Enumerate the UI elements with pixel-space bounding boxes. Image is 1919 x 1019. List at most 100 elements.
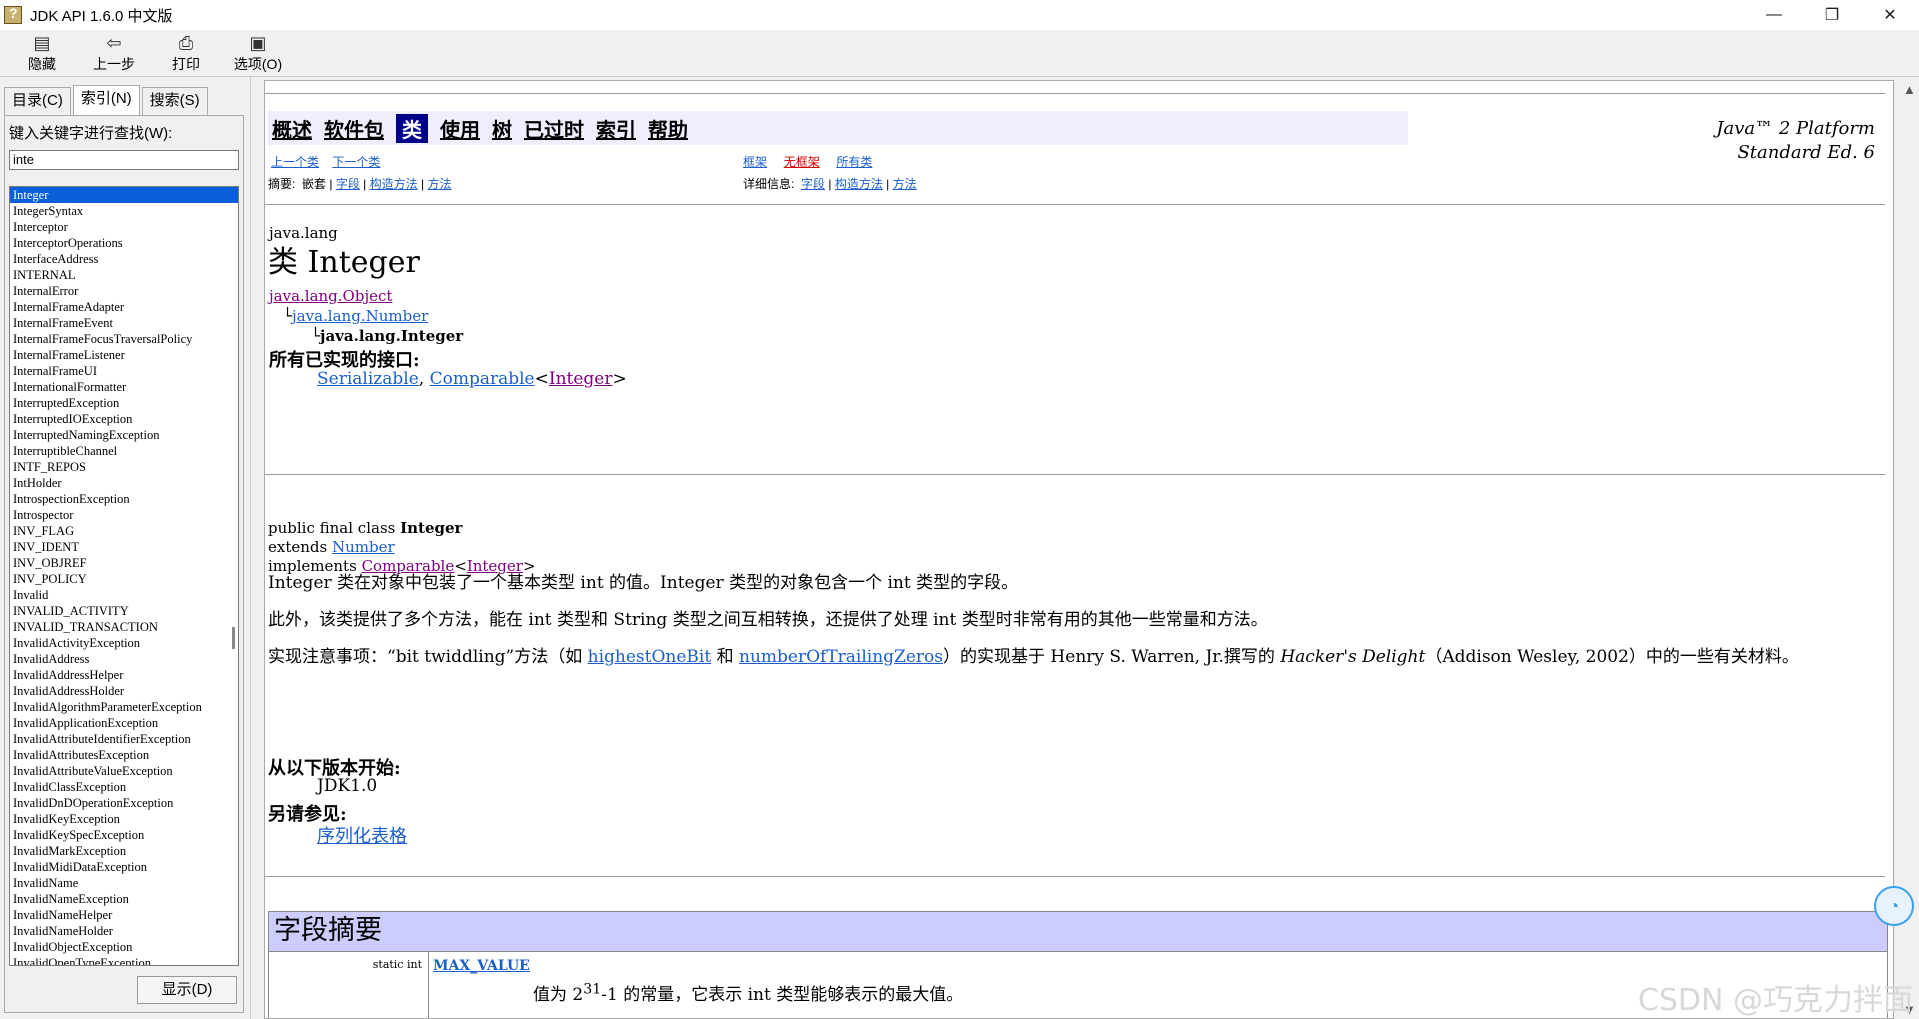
list-item[interactable]: InvalidKeyException (10, 811, 238, 827)
list-item[interactable]: InvalidDnDOperationException (10, 795, 238, 811)
highestonebit-link[interactable]: highestOneBit (588, 647, 712, 667)
tab-search[interactable]: 搜索(S) (141, 87, 208, 115)
list-item[interactable]: InternalFrameFocusTraversalPolicy (10, 331, 238, 347)
hier-number-link[interactable]: java.lang.Number (292, 307, 428, 325)
list-item[interactable]: InternalFrameAdapter (10, 299, 238, 315)
list-item[interactable]: InterruptedException (10, 395, 238, 411)
list-item[interactable]: INV_POLICY (10, 571, 238, 587)
list-item[interactable]: InternalFrameUI (10, 363, 238, 379)
list-item[interactable]: INV_FLAG (10, 523, 238, 539)
no-frames-link[interactable]: 无框架 (784, 155, 820, 169)
content-scrollbar[interactable]: ▲ ▼ (1900, 80, 1919, 1019)
list-item[interactable]: InvalidAddressHolder (10, 683, 238, 699)
print-button[interactable]: ⎙ 打印 (156, 30, 216, 74)
tab-index[interactable]: 索引(N) (72, 85, 140, 116)
detail-field-link[interactable]: 字段 (801, 177, 825, 191)
serialized-form-link[interactable]: 序列化表格 (317, 822, 407, 848)
iface-comparable-link[interactable]: Comparable (430, 369, 535, 389)
list-item[interactable]: InvalidActivityException (10, 635, 238, 651)
next-class-link[interactable]: 下一个类 (332, 155, 380, 169)
summary-method-link[interactable]: 方法 (427, 177, 451, 191)
iface-serializable-link[interactable]: Serializable (317, 369, 419, 389)
list-item[interactable]: INV_IDENT (10, 539, 238, 555)
frames-link[interactable]: 框架 (743, 155, 767, 169)
list-item[interactable]: InvalidAttributesException (10, 747, 238, 763)
list-item[interactable]: InvalidApplicationException (10, 715, 238, 731)
list-item[interactable]: InvalidMarkException (10, 843, 238, 859)
prev-class-link[interactable]: 上一个类 (271, 155, 319, 169)
list-item[interactable]: INTERNAL (10, 267, 238, 283)
list-item[interactable]: InvalidKeySpecException (10, 827, 238, 843)
list-item[interactable]: InterruptibleChannel (10, 443, 238, 459)
close-button[interactable]: ✕ (1861, 0, 1919, 30)
list-item[interactable]: InvalidOpenTypeException (10, 955, 238, 965)
hier-object-link[interactable]: java.lang.Object (269, 287, 392, 305)
max-value-link[interactable]: MAX_VALUE (433, 958, 530, 974)
nav-deprecated[interactable]: 已过时 (524, 114, 584, 143)
list-item[interactable]: InvalidAttributeValueException (10, 763, 238, 779)
list-item[interactable]: INVALID_ACTIVITY (10, 603, 238, 619)
detail-method-link[interactable]: 方法 (893, 177, 917, 191)
nav-package[interactable]: 软件包 (324, 114, 384, 143)
list-item[interactable]: Invalid (10, 587, 238, 603)
detail-constructor-link[interactable]: 构造方法 (835, 177, 883, 191)
list-item[interactable]: InvalidAddressHelper (10, 667, 238, 683)
list-item[interactable]: InternalFrameListener (10, 347, 238, 363)
hide-button[interactable]: ▤ 隐藏 (12, 30, 72, 74)
minimize-button[interactable]: — (1745, 0, 1803, 30)
list-item[interactable]: Integer (10, 187, 238, 203)
index-list[interactable]: Integer IntegerSyntax Interceptor Intercept… (9, 186, 239, 966)
list-item[interactable]: InterfaceAddress (10, 251, 238, 267)
all-classes-link[interactable]: 所有类 (836, 155, 872, 169)
list-item[interactable]: InvalidMidiDataException (10, 859, 238, 875)
list-item[interactable]: InvalidNameHolder (10, 923, 238, 939)
list-item[interactable]: InternalError (10, 283, 238, 299)
list-item[interactable]: InvalidObjectException (10, 939, 238, 955)
summary-field-link[interactable]: 字段 (336, 177, 360, 191)
list-item[interactable]: InvalidNameHelper (10, 907, 238, 923)
index-list-scrollbar[interactable] (232, 627, 235, 649)
nav-overview[interactable]: 概述 (272, 114, 312, 143)
scroll-up-icon[interactable]: ▲ (1903, 82, 1916, 97)
list-item[interactable]: InvalidName (10, 875, 238, 891)
list-item[interactable]: Interceptor (10, 219, 238, 235)
show-button[interactable]: 显示(D) (137, 976, 237, 1004)
maximize-button[interactable]: ❐ (1803, 0, 1861, 30)
list-item[interactable]: InterruptedIOException (10, 411, 238, 427)
list-item[interactable]: IntHolder (10, 475, 238, 491)
options-button[interactable]: ▣ 选项(O) (228, 30, 288, 74)
list-item[interactable]: INTF_REPOS (10, 459, 238, 475)
field-desc-a: 值为 2 (533, 985, 584, 1005)
keyword-input[interactable]: inte (9, 150, 239, 170)
hide-label: 隐藏 (28, 56, 56, 72)
numberoftrailingzeros-link[interactable]: numberOfTrailingZeros (739, 647, 943, 667)
iface-integer-link[interactable]: Integer (549, 369, 613, 389)
tab-contents[interactable]: 目录(C) (4, 87, 71, 115)
pane-splitter[interactable] (250, 77, 258, 1019)
list-item[interactable]: InvalidAlgorithmParameterException (10, 699, 238, 715)
list-item[interactable]: InvalidAttributeIdentifierException (10, 731, 238, 747)
list-item[interactable]: InvalidNameException (10, 891, 238, 907)
list-item[interactable]: InvalidAddress (10, 651, 238, 667)
nav-use[interactable]: 使用 (440, 114, 480, 143)
list-item[interactable]: INV_OBJREF (10, 555, 238, 571)
description-para-3: 实现注意事项：“bit twiddling”方法（如 highestOneBit… (268, 645, 1888, 669)
nav-help[interactable]: 帮助 (648, 114, 688, 143)
list-item[interactable]: InternalFrameEvent (10, 315, 238, 331)
summary-constructor-link[interactable]: 构造方法 (370, 177, 418, 191)
nav-index[interactable]: 索引 (596, 114, 636, 143)
hide-pane-icon: ▤ (33, 33, 51, 53)
back-button[interactable]: ⇦ 上一步 (84, 30, 144, 74)
list-item[interactable]: InterceptorOperations (10, 235, 238, 251)
list-item[interactable]: IntrospectionException (10, 491, 238, 507)
description-para-2: 此外，该类提供了多个方法，能在 int 类型和 String 类型之间互相转换，… (268, 610, 1268, 630)
list-item[interactable]: Introspector (10, 507, 238, 523)
list-item[interactable]: IntegerSyntax (10, 203, 238, 219)
list-item[interactable]: InternationalFormatter (10, 379, 238, 395)
list-item[interactable]: INVALID_TRANSACTION (10, 619, 238, 635)
decl-number-link[interactable]: Number (332, 538, 395, 556)
nav-tree[interactable]: 树 (492, 114, 512, 143)
list-item[interactable]: InterruptedNamingException (10, 427, 238, 443)
chat-assistant-icon[interactable]: ◔ (1874, 886, 1914, 926)
list-item[interactable]: InvalidClassException (10, 779, 238, 795)
